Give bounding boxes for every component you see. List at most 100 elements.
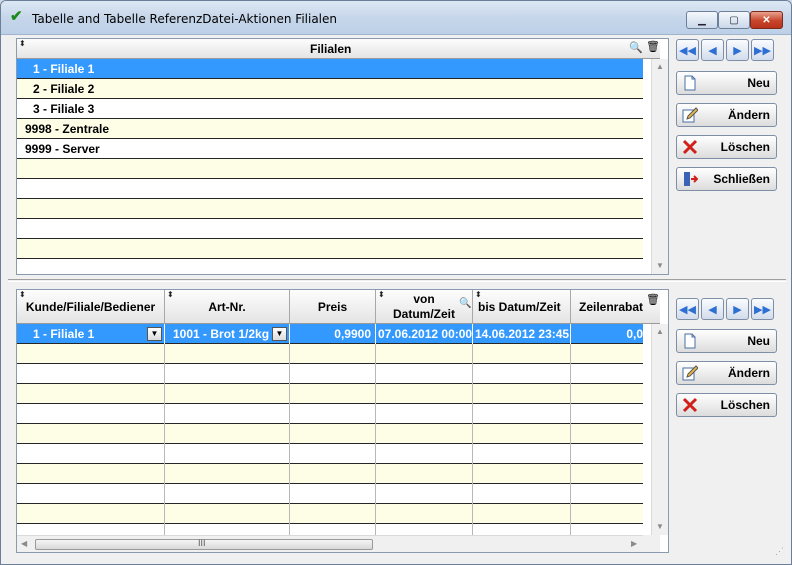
table-row[interactable]: 1 - Filiale 1 bbox=[17, 59, 643, 79]
trash-icon[interactable]: 🗑 bbox=[646, 293, 660, 306]
scroll-up-icon[interactable]: ▲ bbox=[656, 62, 664, 71]
title-bar[interactable]: ✔ Tabelle and Tabelle ReferenzDatei-Akti… bbox=[1, 1, 791, 35]
table-row-empty[interactable] bbox=[17, 199, 643, 219]
dropdown-arrow-icon[interactable]: ▼ bbox=[272, 327, 287, 341]
cell-text: 0,0 bbox=[626, 327, 643, 341]
scroll-right-icon[interactable]: ▶ bbox=[631, 539, 637, 548]
filialen-header[interactable]: ⬍ Filialen 🔍 bbox=[17, 39, 643, 59]
first-record-button[interactable]: ◀◀ bbox=[676, 39, 699, 61]
splitter[interactable] bbox=[8, 279, 786, 282]
column-header-kunde[interactable]: ⬍ Kunde/Filiale/Bediener bbox=[17, 290, 165, 324]
first-record-button[interactable]: ◀◀ bbox=[676, 298, 699, 320]
table-row[interactable]: 9999 - Server bbox=[17, 139, 643, 159]
loeschen-button-lower[interactable]: Löschen bbox=[676, 393, 777, 417]
loeschen-label: Löschen bbox=[720, 140, 770, 154]
trash-icon[interactable]: 🗑 bbox=[646, 40, 660, 53]
table-row-empty[interactable] bbox=[17, 239, 643, 259]
last-record-button[interactable]: ▶▶ bbox=[751, 298, 774, 320]
scroll-down-icon[interactable]: ▼ bbox=[656, 261, 664, 270]
neu-button[interactable]: Neu bbox=[676, 71, 777, 95]
cell-bis[interactable]: 14.06.2012 23:45 bbox=[473, 324, 571, 344]
resize-grip-icon[interactable]: ⋰ bbox=[775, 546, 784, 557]
column-header-bis[interactable]: ⬍ bis Datum/Zeit bbox=[473, 290, 571, 324]
filialen-grid[interactable]: ⬍ Filialen 🔍 🗑 1 - Filiale 1 2 - Filiale… bbox=[16, 38, 669, 275]
maximize-button[interactable]: ▢ bbox=[718, 11, 750, 29]
close-button[interactable]: ✕ bbox=[750, 11, 783, 29]
column-header-artnr[interactable]: ⬍ Art-Nr. bbox=[165, 290, 290, 324]
column-header-von[interactable]: ⬍ von Datum/Zeit 🔍 bbox=[376, 290, 473, 324]
search-icon[interactable]: 🔍 bbox=[629, 41, 643, 54]
table-row-empty[interactable] bbox=[17, 384, 643, 404]
table-row-empty[interactable] bbox=[17, 404, 643, 424]
filialen-header-corner: 🗑 bbox=[643, 39, 660, 59]
table-row-empty[interactable] bbox=[17, 484, 643, 504]
header-label: Art-Nr. bbox=[208, 300, 246, 314]
table-row-empty[interactable] bbox=[17, 444, 643, 464]
table-row[interactable]: 1 - Filiale 1 ▼ 1001 - Brot 1/2kg ▼ 0,99… bbox=[17, 324, 643, 344]
aktionen-grid[interactable]: ⬍ Kunde/Filiale/Bediener ⬍ Art-Nr. Preis… bbox=[16, 289, 669, 553]
table-row-empty[interactable] bbox=[17, 504, 643, 524]
next-record-button[interactable]: ▶ bbox=[726, 39, 749, 61]
header-label: Kunde/Filiale/Bediener bbox=[25, 300, 156, 314]
table-row-empty[interactable] bbox=[17, 364, 643, 384]
prev-record-button[interactable]: ◀ bbox=[701, 298, 724, 320]
cell-rabatt[interactable]: 0,0 bbox=[571, 324, 643, 344]
filialen-vscroll[interactable]: ▲ ▼ bbox=[651, 59, 668, 274]
edit-icon bbox=[682, 107, 698, 123]
aktionen-hscroll[interactable]: ◀ III ▶ bbox=[17, 535, 643, 552]
table-row-empty[interactable] bbox=[17, 464, 643, 484]
schliessen-button[interactable]: Schließen bbox=[676, 167, 777, 191]
delete-x-icon bbox=[682, 397, 698, 413]
cell-von[interactable]: 07.06.2012 00:00 bbox=[376, 324, 473, 344]
table-row[interactable]: 2 - Filiale 2 bbox=[17, 79, 643, 99]
table-row-empty[interactable] bbox=[17, 219, 643, 239]
scroll-left-icon[interactable]: ◀ bbox=[21, 539, 27, 548]
cell-text: 1001 - Brot 1/2kg bbox=[173, 327, 270, 341]
cell-text: 0,9900 bbox=[334, 327, 371, 341]
last-icon: ▶▶ bbox=[754, 303, 771, 316]
schliessen-label: Schließen bbox=[713, 172, 770, 186]
aendern-label: Ändern bbox=[728, 108, 770, 122]
cell-artnr[interactable]: 1001 - Brot 1/2kg ▼ bbox=[165, 324, 290, 344]
delete-x-icon bbox=[682, 139, 698, 155]
scroll-up-icon[interactable]: ▲ bbox=[656, 327, 664, 336]
aktionen-vscroll[interactable]: ▲ ▼ bbox=[651, 324, 668, 535]
next-icon: ▶ bbox=[733, 44, 742, 57]
table-row[interactable]: 9998 - Zentrale bbox=[17, 119, 643, 139]
column-header-preis[interactable]: Preis bbox=[290, 290, 376, 324]
first-icon: ◀◀ bbox=[679, 44, 696, 57]
sort-icon[interactable]: ⬍ bbox=[167, 290, 174, 299]
aendern-button-lower[interactable]: Ändern bbox=[676, 361, 777, 385]
table-row-empty[interactable] bbox=[17, 159, 643, 179]
table-row-empty[interactable] bbox=[17, 344, 643, 364]
loeschen-button[interactable]: Löschen bbox=[676, 135, 777, 159]
aendern-button[interactable]: Ändern bbox=[676, 103, 777, 127]
neu-label: Neu bbox=[747, 334, 770, 348]
table-row-empty[interactable] bbox=[17, 179, 643, 199]
row-label: 2 - Filiale 2 bbox=[33, 82, 95, 96]
cell-preis[interactable]: 0,9900 bbox=[290, 324, 376, 344]
search-icon[interactable]: 🔍 bbox=[459, 298, 471, 309]
header-label: Datum/Zeit bbox=[392, 307, 455, 321]
table-row-empty[interactable] bbox=[17, 259, 643, 274]
cell-text: 07.06.2012 00:00 bbox=[378, 327, 473, 341]
sort-icon[interactable]: ⬍ bbox=[475, 290, 482, 299]
table-row[interactable]: 3 - Filiale 3 bbox=[17, 99, 643, 119]
new-document-icon bbox=[684, 75, 696, 91]
table-row-empty[interactable] bbox=[17, 424, 643, 444]
sort-icon[interactable]: ⬍ bbox=[19, 290, 26, 299]
loeschen-label: Löschen bbox=[720, 398, 770, 412]
neu-button-lower[interactable]: Neu bbox=[676, 329, 777, 353]
next-record-button[interactable]: ▶ bbox=[726, 298, 749, 320]
cell-kunde[interactable]: 1 - Filiale 1 ▼ bbox=[17, 324, 165, 344]
prev-record-button[interactable]: ◀ bbox=[701, 39, 724, 61]
hscroll-thumb[interactable]: III bbox=[35, 538, 373, 550]
header-label: von bbox=[413, 292, 435, 306]
last-record-button[interactable]: ▶▶ bbox=[751, 39, 774, 61]
minimize-button[interactable]: ▁ bbox=[686, 11, 718, 29]
column-header-rabatt[interactable]: Zeilenrabat bbox=[571, 290, 643, 324]
header-label: Zeilenrabat bbox=[579, 300, 644, 314]
sort-icon[interactable]: ⬍ bbox=[19, 39, 26, 48]
scroll-down-icon[interactable]: ▼ bbox=[656, 522, 664, 531]
dropdown-arrow-icon[interactable]: ▼ bbox=[147, 327, 162, 341]
